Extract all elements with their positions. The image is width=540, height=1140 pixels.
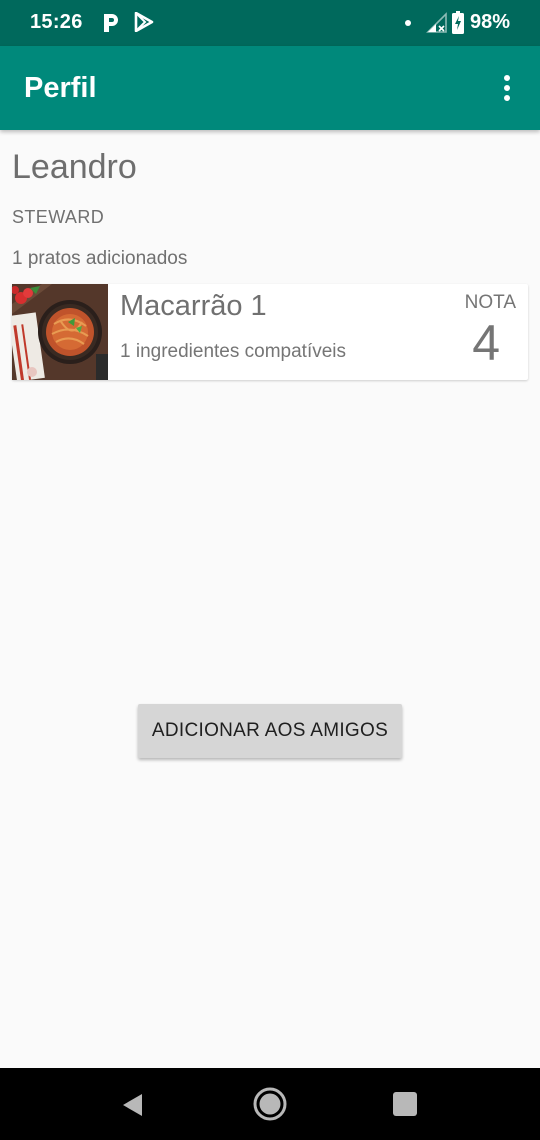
dishes-count: 1 pratos adicionados (12, 248, 188, 269)
dish-ingredients: 1 ingredientes compatíveis (120, 341, 347, 362)
home-icon[interactable] (253, 1087, 287, 1121)
profile-name: Leandro (12, 148, 137, 186)
spaghetti-dish-photo (12, 284, 108, 380)
battery-percentage: 98% (470, 11, 511, 33)
back-icon[interactable] (120, 1092, 146, 1118)
page-title: Perfil (24, 72, 97, 104)
recents-icon[interactable] (393, 1092, 417, 1116)
add-friend-button[interactable]: ADICIONAR AOS AMIGOS (138, 704, 402, 758)
overflow-menu-dot (504, 75, 510, 81)
navigation-bar (0, 1068, 540, 1140)
dish-rating-label: NOTA (464, 292, 516, 313)
battery-charging-icon (452, 11, 464, 34)
overflow-menu-dot (504, 85, 510, 91)
notification-dot-icon (405, 20, 411, 26)
dish-name: Macarrão 1 (120, 290, 267, 322)
status-bar: 15:26 98% (0, 0, 540, 46)
play-store-icon (134, 12, 154, 32)
overflow-menu-dot (504, 95, 510, 101)
overflow-menu-icon[interactable] (490, 70, 524, 106)
dish-rating-value: 4 (472, 315, 500, 371)
profile-role: STEWARD (12, 207, 105, 227)
status-time: 15:26 (30, 11, 83, 33)
parking-p-icon (104, 14, 118, 32)
dish-card[interactable]: Macarrão 1 1 ingredientes compatíveis NO… (12, 284, 528, 380)
signal-icon (426, 12, 447, 33)
app-bar: Perfil (0, 46, 540, 130)
